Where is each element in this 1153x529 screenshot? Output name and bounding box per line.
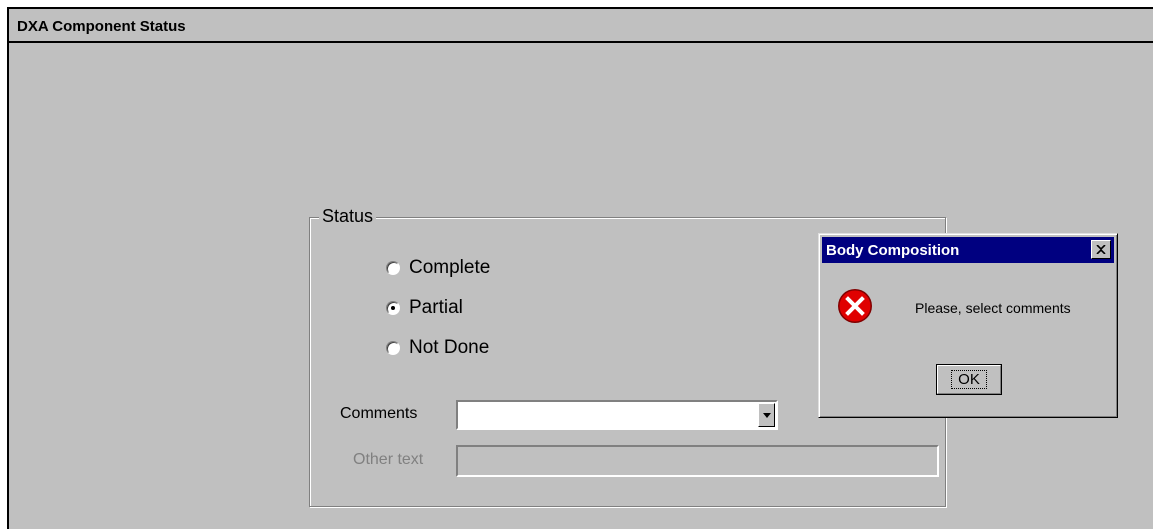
comments-label: Comments [340, 405, 418, 422]
radio-label-partial: Partial [409, 297, 463, 318]
other-text-label: Other text [353, 451, 424, 468]
status-legend: Status [319, 206, 377, 227]
radio-label-complete: Complete [409, 257, 491, 278]
comments-dropdown-button[interactable] [758, 403, 775, 427]
radio-not-done[interactable]: Not Done [386, 336, 489, 360]
close-icon [1096, 245, 1106, 254]
window-title: DXA Component Status [17, 18, 186, 35]
radio-partial[interactable]: Partial [386, 296, 463, 320]
body-composition-dialog: Body Composition Please, select comments… [818, 233, 1118, 418]
radio-label-not-done: Not Done [409, 337, 490, 358]
other-text-field[interactable] [456, 445, 939, 477]
dialog-title: Body Composition [826, 242, 960, 259]
chevron-down-icon [762, 412, 771, 418]
radio-button-complete[interactable] [386, 261, 400, 275]
dialog-close-button[interactable] [1091, 240, 1111, 259]
comments-dropdown[interactable] [456, 400, 778, 430]
dialog-message: Please, select comments [915, 300, 1071, 316]
ok-button[interactable]: OK [936, 364, 1002, 395]
dialog-title-bar[interactable]: Body Composition [822, 237, 1114, 263]
radio-complete[interactable]: Complete [386, 256, 490, 280]
radio-button-partial[interactable] [386, 301, 400, 315]
error-icon [838, 289, 872, 323]
radio-button-not-done[interactable] [386, 341, 400, 355]
ok-button-label: OK [951, 370, 987, 389]
window-title-bar: DXA Component Status [9, 9, 1153, 43]
